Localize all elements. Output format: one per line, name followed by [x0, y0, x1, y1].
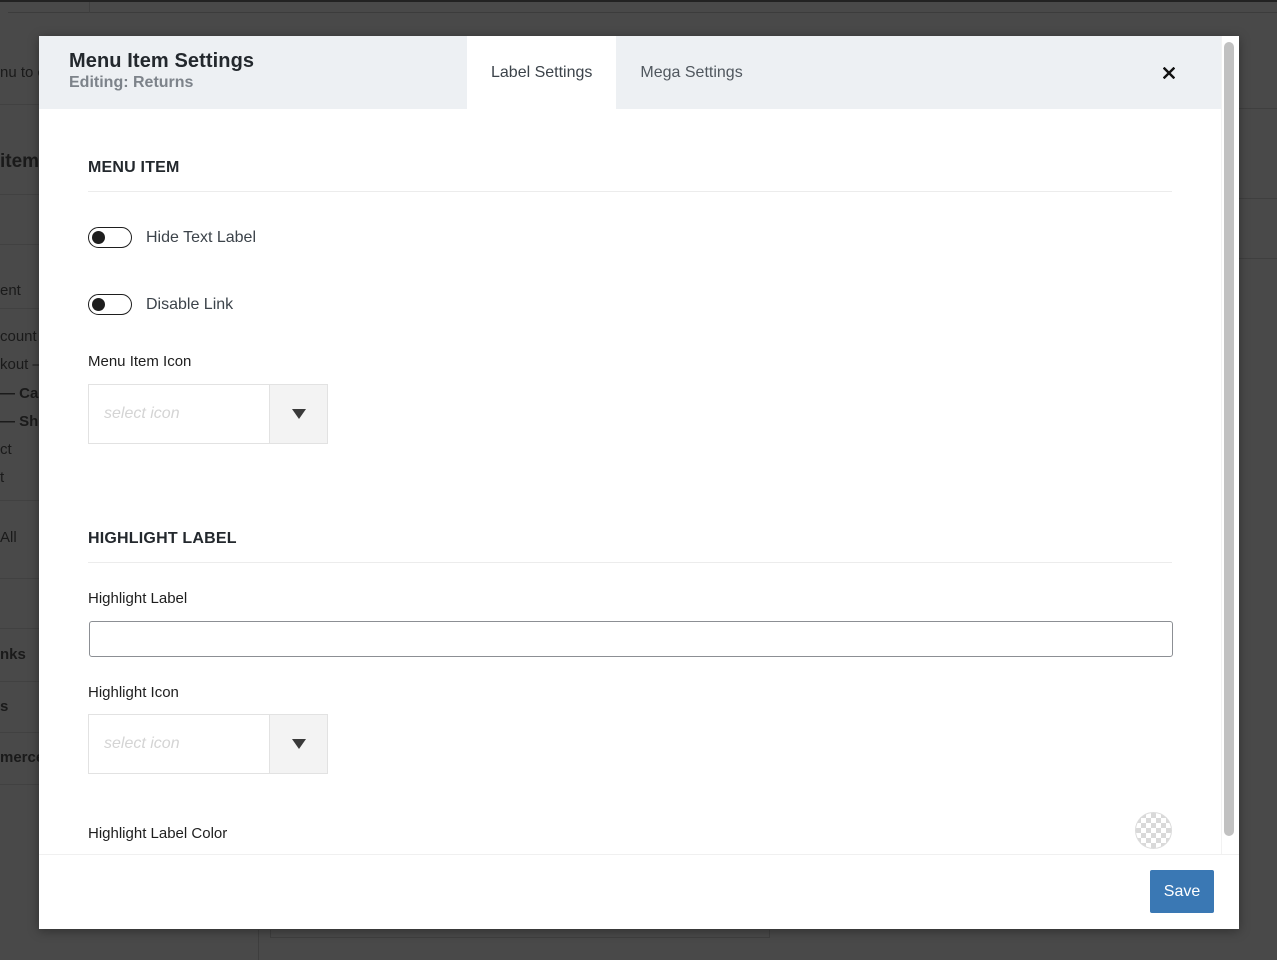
modal-subtitle: Editing: Returns: [69, 74, 194, 91]
bg-text: t: [0, 469, 5, 486]
modal-body: MENU ITEM Hide Text Label Disable Link M…: [39, 109, 1221, 854]
bg-divider: [0, 308, 40, 309]
bg-divider: [1239, 108, 1277, 109]
tab-label-settings[interactable]: Label Settings: [467, 36, 617, 109]
bg-text: ct: [0, 441, 12, 458]
bg-box: [270, 930, 770, 938]
bg-divider: [0, 194, 40, 195]
section-title-menu-item: MENU ITEM: [88, 159, 180, 176]
highlight-icon-placeholder: select icon: [104, 735, 180, 752]
dropdown-toggle[interactable]: [269, 385, 327, 443]
highlight-icon-select[interactable]: select icon: [88, 714, 328, 774]
bg-text: count: [0, 328, 37, 345]
bg-text: — Sh: [0, 413, 39, 430]
bg-divider: [0, 732, 40, 733]
bg-divider: [0, 500, 40, 501]
toggle-knob: [92, 231, 105, 244]
save-button[interactable]: Save: [1150, 870, 1214, 913]
admin-tab-strip: [8, 2, 1277, 13]
bg-text: merce: [0, 749, 40, 766]
modal-header: Menu Item Settings Editing: Returns Labe…: [39, 36, 1221, 109]
section-divider: [88, 562, 1172, 563]
close-icon: [1163, 67, 1175, 79]
hide-text-label-row: Hide Text Label: [88, 227, 256, 248]
tab-mega-settings[interactable]: Mega Settings: [616, 36, 766, 109]
toggle-knob: [92, 298, 105, 311]
bg-divider: [0, 628, 40, 629]
caret-down-icon: [291, 409, 306, 419]
settings-tabs: Label Settings Mega Settings: [467, 36, 767, 109]
section-title-highlight-label: HIGHLIGHT LABEL: [88, 530, 237, 547]
modal-title-block: Menu Item Settings Editing: Returns: [69, 50, 254, 92]
highlight-icon-label: Highlight Icon: [88, 684, 179, 701]
caret-down-icon: [291, 739, 306, 749]
bg-text: nks: [0, 646, 26, 663]
hide-text-label-toggle[interactable]: [88, 227, 132, 248]
bg-divider: [0, 578, 40, 579]
bg-divider: [258, 930, 259, 960]
menu-item-icon-placeholder: select icon: [104, 405, 180, 422]
modal-scrollbar-thumb[interactable]: [1224, 42, 1234, 836]
bg-divider: [0, 784, 40, 785]
bg-divider: [0, 244, 40, 245]
modal-title: Menu Item Settings: [69, 50, 255, 72]
close-button[interactable]: [1151, 60, 1187, 86]
disable-link-label: Disable Link: [146, 295, 234, 313]
highlight-color-picker[interactable]: [1135, 812, 1172, 849]
bg-text: kout –: [0, 356, 40, 373]
disable-link-toggle[interactable]: [88, 294, 132, 315]
highlight-label-label: Highlight Label: [88, 590, 188, 607]
disable-link-row: Disable Link: [88, 294, 233, 315]
hide-text-label-label: Hide Text Label: [146, 228, 256, 246]
bg-text: item: [0, 151, 40, 172]
bg-text: s: [0, 698, 9, 715]
menu-item-icon-select[interactable]: select icon: [88, 384, 328, 444]
highlight-label-input[interactable]: [89, 621, 1173, 657]
bg-divider: [1239, 258, 1277, 259]
bg-text: All: [0, 529, 17, 546]
section-divider: [88, 191, 1172, 192]
bg-text: nu to c: [0, 64, 40, 81]
bg-divider: [1239, 198, 1277, 199]
modal-footer: Save: [39, 854, 1239, 929]
highlight-label-color-label: Highlight Label Color: [88, 825, 228, 842]
bg-divider: [0, 681, 40, 682]
bg-text: — Car: [0, 385, 40, 402]
menu-item-settings-modal: Menu Item Settings Editing: Returns Labe…: [39, 36, 1239, 929]
menu-item-icon-label: Menu Item Icon: [88, 353, 192, 370]
bg-divider: [0, 104, 40, 105]
dropdown-toggle[interactable]: [269, 715, 327, 773]
bg-text: ent: [0, 282, 21, 299]
